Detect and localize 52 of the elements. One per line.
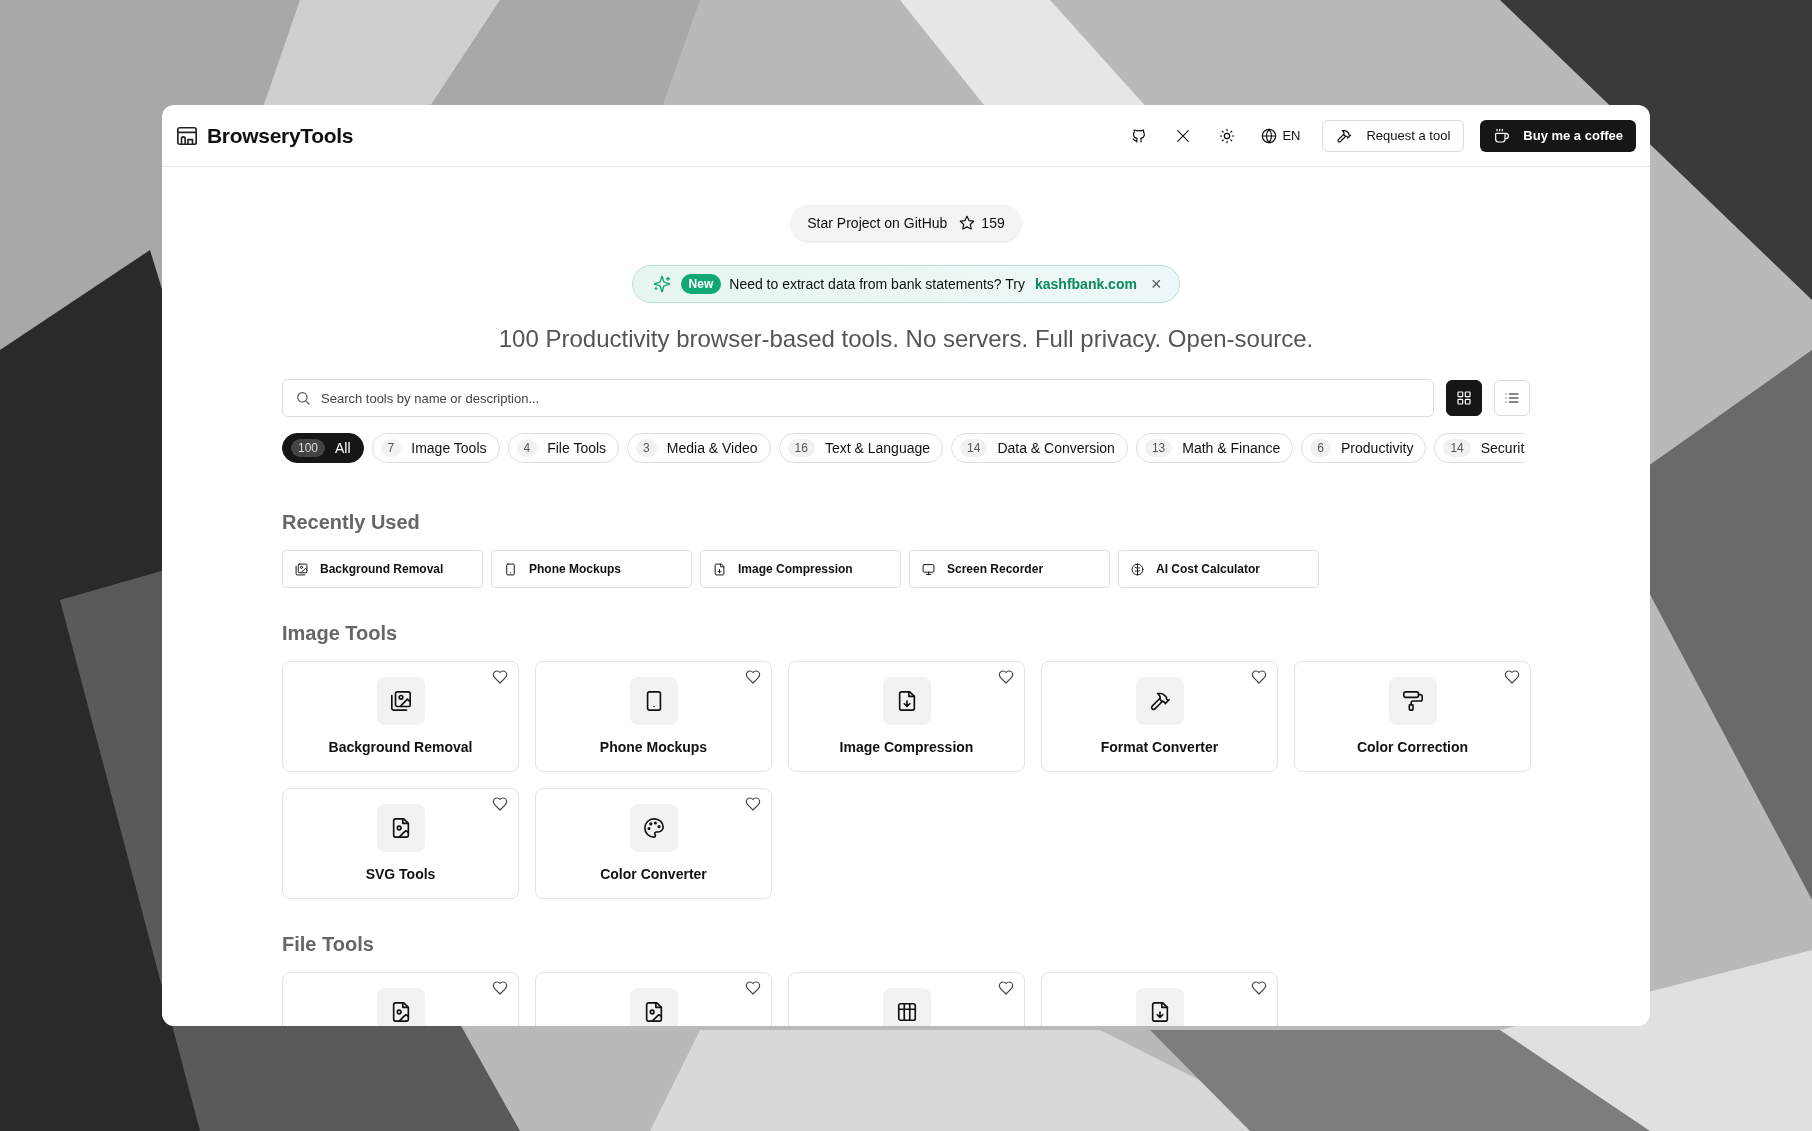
banner-link[interactable]: kashfbank.com	[1034, 276, 1137, 292]
request-tool-button[interactable]: Request a tool	[1322, 119, 1465, 152]
tool-name: Color Converter	[600, 866, 707, 882]
coffee-button[interactable]: Buy me a coffee	[1480, 119, 1636, 152]
new-badge: New	[680, 274, 722, 294]
tool-card[interactable]: Image Compression	[788, 661, 1025, 772]
tool-name: SVG Tools	[365, 866, 436, 882]
search-input[interactable]: Search tools by name or description...	[321, 383, 1421, 413]
count-badge: 16	[787, 439, 815, 457]
recent-tool[interactable]: Screen Recorder	[909, 550, 1110, 588]
tool-card[interactable]: Color Correction	[1294, 661, 1531, 772]
count-badge: 7	[380, 439, 402, 457]
category-tab[interactable]: 6 Productivity	[1301, 433, 1427, 463]
github-star-button[interactable]: Star Project on GitHub 159	[791, 205, 1021, 241]
recent-tool[interactable]: Image Compression	[700, 550, 901, 588]
category-tab[interactable]: 14 Data & Conversion	[951, 433, 1128, 463]
tool-card[interactable]: Color Converter	[535, 788, 772, 899]
close-button[interactable]: ×	[1144, 275, 1162, 293]
category-tab[interactable]: 16 Text & Language	[778, 433, 944, 463]
tool-name: Phone Mockups	[599, 739, 708, 755]
language-button[interactable]: EN	[1253, 119, 1309, 152]
count-badge: 14	[960, 439, 988, 457]
banner-text: Need to extract data from bank statements? Try	[729, 276, 1025, 292]
recent-tool[interactable]: AI Cost Calculator	[1118, 550, 1319, 588]
tool-name: Color Correction	[1356, 739, 1469, 755]
category-tab[interactable]: 13 Math & Finance	[1135, 433, 1294, 463]
section-heading: Recently Used	[282, 511, 421, 534]
tool-name: Background Removal	[328, 739, 473, 755]
tool-card[interactable]: Background Removal	[282, 661, 519, 772]
category-tab[interactable]: 4 File Tools	[507, 433, 620, 463]
count-badge: 3	[636, 439, 657, 457]
search-field[interactable]: Search tools by name or description...	[282, 379, 1434, 417]
tool-name: Format Converter	[1100, 739, 1219, 755]
site-title[interactable]: BrowseryTools	[207, 123, 354, 148]
tool-card[interactable]: Format Converter	[1041, 661, 1278, 772]
count-badge: 13	[1144, 439, 1173, 457]
category-tab[interactable]: 14 Securit	[1434, 433, 1525, 463]
category-tab[interactable]: 7 Image Tools	[371, 433, 500, 463]
tool-card[interactable]: SVG Tools	[282, 788, 519, 899]
category-tab[interactable]: 100 All	[282, 433, 364, 463]
recent-tool[interactable]: Background Removal	[282, 550, 483, 588]
recent-tool[interactable]: Phone Mockups	[491, 550, 692, 588]
count-badge: 14	[1443, 439, 1471, 457]
tagline: 100 Productivity browser-based tools. No servers. Full privacy. Open-source.	[497, 325, 1315, 353]
tool-name: Image Compression	[839, 739, 974, 755]
count-badge: 6	[1310, 439, 1332, 457]
section-heading: Image Tools	[282, 622, 399, 645]
section-heading: File Tools	[282, 933, 375, 956]
tool-card[interactable]: Phone Mockups	[535, 661, 772, 772]
category-tab[interactable]: 3 Media & Video	[627, 433, 771, 463]
count-badge: 4	[516, 439, 538, 457]
count-badge: 100	[291, 439, 326, 457]
